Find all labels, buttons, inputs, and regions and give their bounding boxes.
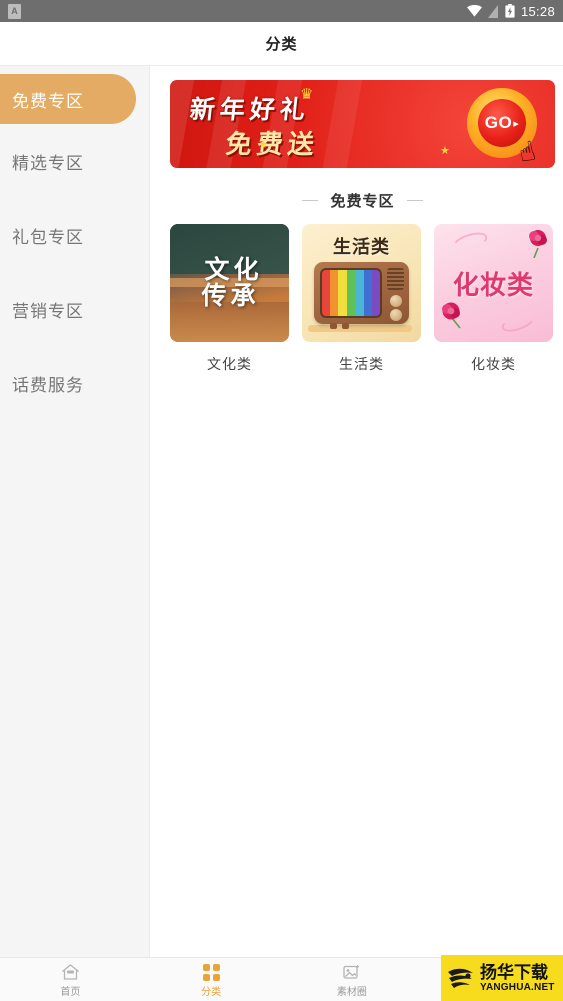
tab-home[interactable]: 首页	[0, 958, 141, 1001]
chevron-right-icon: ▸	[513, 117, 520, 130]
banner-go-button[interactable]: GO ▸ ☝	[467, 88, 538, 168]
wifi-icon	[466, 5, 482, 17]
card-label: 生活类	[339, 356, 384, 372]
grid-icon	[202, 963, 220, 981]
tab-material-circle[interactable]: 素材圈	[282, 958, 423, 1001]
page-header: 分类	[0, 22, 563, 66]
status-bar-clock: 15:28	[520, 3, 555, 19]
watermark-text: 扬华下载 YANGHUA.NET	[480, 964, 555, 993]
tv-knob-icon	[390, 295, 402, 307]
section-dash-left-icon	[302, 200, 319, 201]
banner-text-block: ♛ 新年好礼 免费送 ★ ★	[188, 86, 450, 162]
card-label: 文化类	[207, 356, 252, 372]
pointing-hand-icon: ☝	[515, 135, 538, 168]
thumbnail-caption-line2: 传承	[201, 282, 260, 310]
tv-speaker-grill	[387, 268, 404, 290]
category-sidebar[interactable]: 免费专区 精选专区 礼包专区 营销专区 话费服务	[0, 66, 150, 957]
grid-icon-cells	[202, 963, 220, 981]
section-header: 免费专区	[170, 190, 555, 211]
status-bar-left: A	[8, 3, 21, 19]
image-icon	[343, 963, 360, 981]
tab-label: 素材圈	[336, 987, 367, 998]
sidebar-item-marketing-zone[interactable]: 营销专区	[0, 272, 149, 346]
sidebar-item-gift-zone[interactable]: 礼包专区	[0, 198, 149, 272]
sidebar-item-label: 话费服务	[12, 375, 84, 395]
thumbnail-caption: 文化 传承	[170, 224, 289, 342]
watermark-cn: 扬华下载	[480, 962, 548, 982]
page-title: 分类	[265, 36, 298, 53]
category-card-grid: 文化 传承 文化类 生活类 生活类 化妆类 化妆类	[170, 224, 555, 374]
star-icon: ★	[440, 145, 450, 157]
sidebar-item-label: 营销专区	[12, 301, 84, 321]
category-card-life[interactable]: 生活类 生活类	[302, 224, 421, 374]
status-bar: A 15:28	[0, 0, 563, 22]
tv-leg-shape	[330, 323, 337, 329]
banner-headline-line1: 新年好礼	[188, 95, 312, 124]
card-thumbnail[interactable]: 文化 传承	[170, 224, 289, 342]
tv-knob-icon	[390, 309, 402, 321]
content-panel: ♛ 新年好礼 免费送 ★ ★ GO ▸ ☝ 免费专区 文化 传承 文化类 生活类…	[150, 66, 563, 957]
section-dash-right-icon	[406, 200, 423, 201]
tv-leg-shape	[342, 323, 349, 329]
status-bar-right: 15:28	[466, 3, 555, 19]
tv-screen-colorbars	[320, 268, 382, 318]
signal-icon	[487, 4, 499, 18]
tv-stand-shape	[308, 325, 412, 332]
notification-app-icon: A	[8, 3, 21, 19]
sidebar-item-label: 精选专区	[12, 153, 84, 173]
retro-tv-icon	[314, 262, 409, 329]
category-card-cosmetics[interactable]: 化妆类 化妆类	[434, 224, 553, 374]
battery-charging-icon	[505, 4, 515, 18]
card-thumbnail[interactable]: 化妆类	[434, 224, 553, 342]
main-body: 免费专区 精选专区 礼包专区 营销专区 话费服务 ♛ 新年好礼 免费送 ★ ★ …	[0, 66, 563, 957]
thumbnail-caption: 化妆类	[452, 269, 534, 300]
thumbnail-caption: 生活类	[333, 237, 390, 257]
card-thumbnail[interactable]: 生活类	[302, 224, 421, 342]
yanghua-bird-logo-icon	[446, 963, 476, 993]
banner-headline-line2: 免费送	[224, 130, 321, 160]
section-title: 免费专区	[330, 193, 395, 210]
thumbnail-caption-line1: 文化	[204, 256, 263, 284]
sidebar-item-featured-zone[interactable]: 精选专区	[0, 124, 149, 198]
watermark-en: YANGHUA.NET	[480, 981, 555, 993]
card-label: 化妆类	[471, 356, 516, 372]
star-icon: ★	[258, 139, 268, 151]
tab-label: 分类	[201, 987, 222, 998]
go-button-label: GO	[484, 113, 513, 132]
sidebar-item-label: 免费专区	[12, 91, 84, 111]
sidebar-item-free-zone[interactable]: 免费专区	[0, 74, 136, 124]
app-screen: A 15:28 分类 免费专区 精选专区 礼包专区 营销专区 话费服务 ♛ 新年…	[0, 0, 563, 1001]
sidebar-item-label: 礼包专区	[12, 227, 84, 247]
sidebar-item-phone-service[interactable]: 话费服务	[0, 346, 149, 420]
tab-category[interactable]: 分类	[141, 958, 282, 1001]
site-watermark: 扬华下载 YANGHUA.NET	[441, 955, 563, 1001]
home-icon	[61, 963, 79, 981]
promo-banner[interactable]: ♛ 新年好礼 免费送 ★ ★ GO ▸ ☝	[170, 80, 555, 168]
tab-label: 首页	[60, 987, 81, 998]
category-card-culture[interactable]: 文化 传承 文化类	[170, 224, 289, 374]
